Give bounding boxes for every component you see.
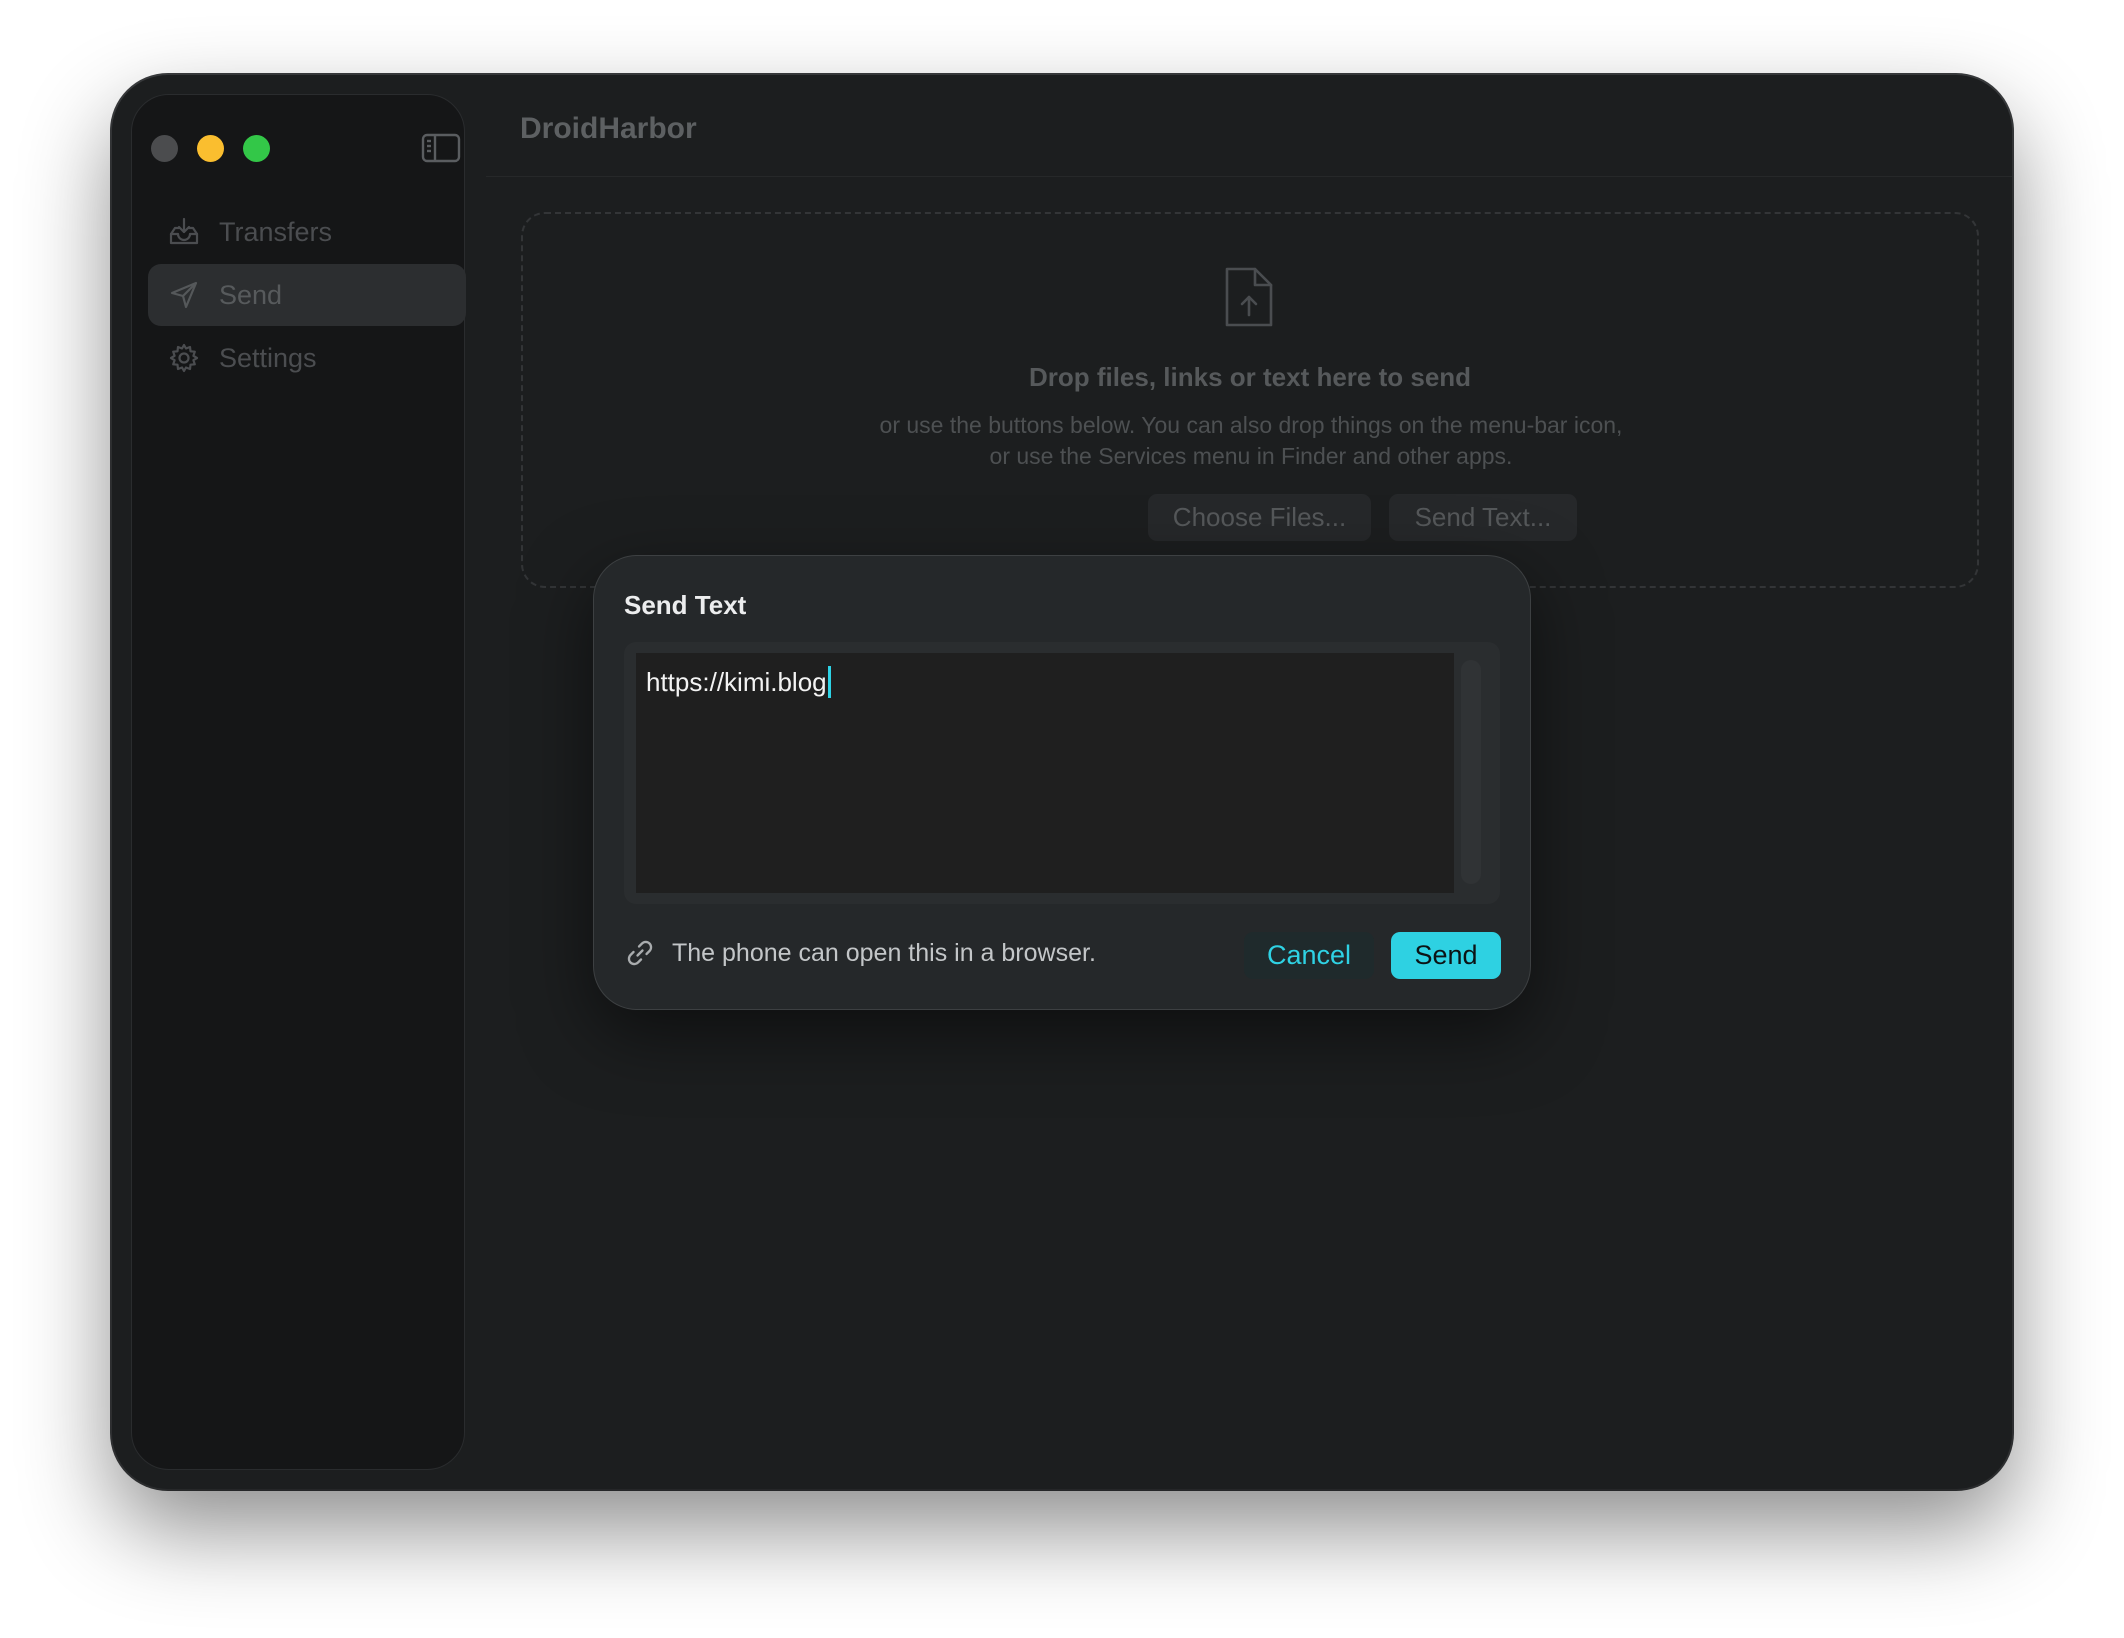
send-text-button[interactable]: Send Text... <box>1389 494 1577 541</box>
text-scrollbar[interactable] <box>1461 660 1481 884</box>
titlebar: DroidHarbor <box>486 75 2012 177</box>
sidebar-item-settings[interactable]: Settings <box>148 327 466 389</box>
sidebar-item-transfers[interactable]: Transfers <box>148 201 466 263</box>
drop-zone-title: Drop files, links or text here to send <box>1028 362 1472 392</box>
app-window: Transfers Send Settings DroidHarbor Drop… <box>112 75 2012 1489</box>
cancel-button[interactable]: Cancel <box>1244 932 1374 979</box>
text-caret <box>827 666 831 699</box>
send-button[interactable]: Send <box>1391 932 1501 979</box>
file-upload-icon <box>1225 267 1273 327</box>
sidebar-item-label: Settings <box>219 342 317 373</box>
send-text-input[interactable]: https://kimi.blog <box>636 653 1454 893</box>
choose-files-button[interactable]: Choose Files... <box>1148 494 1371 541</box>
sidebar: Transfers Send Settings <box>131 94 466 1470</box>
sidebar-item-label: Transfers <box>219 216 333 247</box>
link-hint-text: The phone can open this in a browser. <box>672 938 1096 967</box>
send-text-dialog: Send Text https://kimi.blog The phone ca… <box>593 555 1531 1010</box>
tray-download-icon <box>169 217 199 245</box>
paper-plane-icon <box>170 281 198 309</box>
sidebar-toggle-icon[interactable] <box>421 132 461 164</box>
sidebar-item-send[interactable]: Send <box>148 264 466 326</box>
drop-zone-subtitle: or use the buttons below. You can also d… <box>879 412 1623 469</box>
window-zoom-button[interactable] <box>243 135 270 162</box>
gear-icon <box>169 343 199 373</box>
send-text-value: https://kimi.blog <box>646 667 827 697</box>
window-title: DroidHarbor <box>520 112 697 145</box>
drop-zone[interactable]: Drop files, links or text here to send o… <box>521 212 1979 588</box>
window-close-button[interactable] <box>151 135 178 162</box>
link-icon <box>627 940 653 966</box>
window-minimize-button[interactable] <box>197 135 224 162</box>
text-editor-frame: https://kimi.blog <box>624 642 1500 904</box>
link-hint: The phone can open this in a browser. <box>624 937 1096 969</box>
dialog-title: Send Text <box>624 590 747 620</box>
sidebar-item-label: Send <box>219 279 283 310</box>
